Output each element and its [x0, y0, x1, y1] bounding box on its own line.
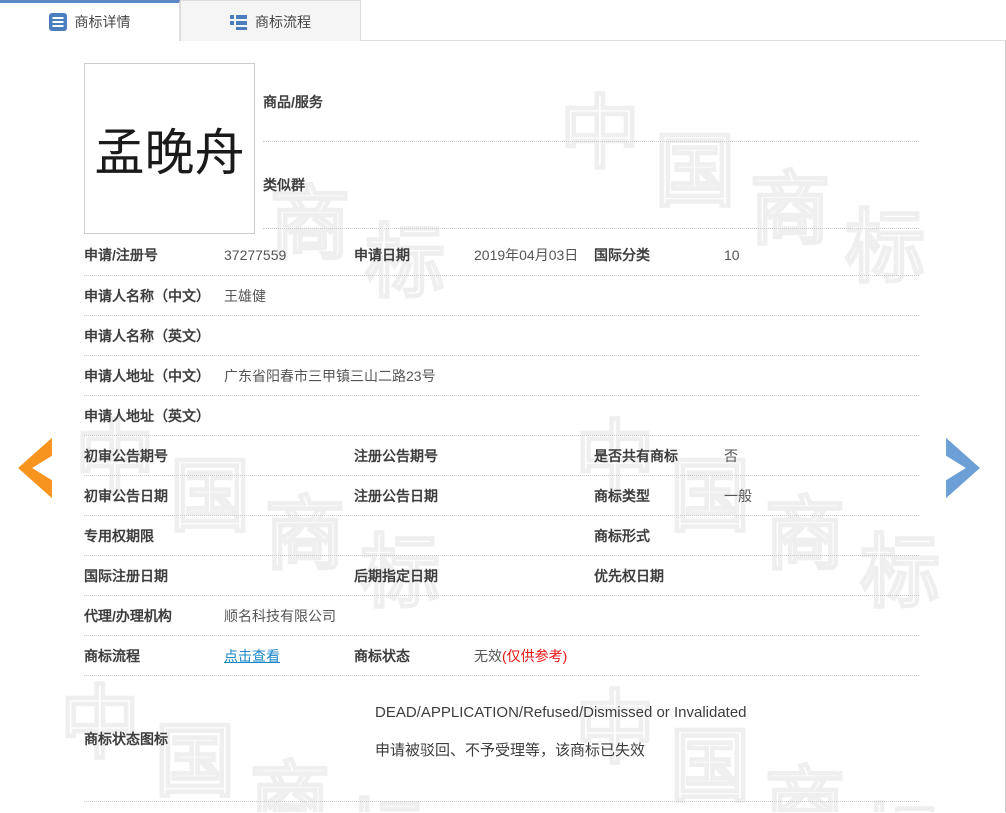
table-row: 国际注册日期 后期指定日期 优先权日期	[84, 556, 919, 596]
table-row: 申请人名称（中文） 王雄健	[84, 276, 919, 316]
similar-group-label: 类似群	[263, 175, 305, 195]
trademark-summary: 孟晚舟 商品/服务 类似群	[0, 41, 1005, 234]
field-label: 代理/办理机构	[84, 606, 224, 626]
status-reference-note: (仅供参考)	[502, 648, 567, 664]
field-label: 后期指定日期	[354, 566, 474, 586]
field-value: 37277559	[224, 247, 354, 263]
top-fields: 商品/服务 类似群	[263, 63, 919, 234]
status-line-english: DEAD/APPLICATION/Refused/Dismissed or In…	[375, 704, 747, 721]
field-label: 商标状态	[354, 646, 474, 666]
field-label: 优先权日期	[594, 566, 724, 586]
status-invalid-text: 无效	[474, 648, 502, 664]
field-label: 商标流程	[84, 646, 224, 666]
status-line-chinese: 申请被驳回、不予受理等，该商标已失效	[375, 739, 747, 760]
document-list-icon	[49, 13, 67, 31]
field-label: 专用权期限	[84, 526, 224, 546]
field-label: 是否共有商标	[594, 446, 724, 466]
similar-group-row: 类似群	[263, 142, 919, 229]
field-label: 国际注册日期	[84, 566, 224, 586]
field-label: 初审公告日期	[84, 486, 224, 506]
field-label: 初审公告期号	[84, 446, 224, 466]
bullet-list-icon	[230, 14, 247, 30]
field-label: 国际分类	[594, 245, 724, 265]
status-icon-row: 商标状态图标 DEAD/APPLICATION/Refused/Dismisse…	[84, 676, 919, 802]
previous-arrow-button[interactable]	[14, 436, 56, 503]
table-row: 申请人地址（英文）	[84, 396, 919, 436]
field-value: 10	[724, 247, 919, 263]
field-label: 申请人地址（英文）	[84, 406, 224, 426]
view-process-link[interactable]: 点击查看	[224, 648, 280, 664]
trademark-image: 孟晚舟	[84, 63, 255, 234]
table-row: 申请人名称（英文）	[84, 316, 919, 356]
field-label: 注册公告日期	[354, 486, 474, 506]
field-value: 王雄健	[224, 286, 919, 306]
field-value: 顺名科技有限公司	[224, 606, 919, 626]
goods-services-row: 商品/服务	[263, 63, 919, 142]
tab-trademark-detail[interactable]: 商标详情	[0, 0, 180, 42]
table-row: 初审公告日期 注册公告日期 商标类型 一般	[84, 476, 919, 516]
field-value: 否	[724, 446, 919, 466]
table-row: 专用权期限 商标形式	[84, 516, 919, 556]
status-icon-label: 商标状态图标	[84, 729, 168, 749]
trademark-image-text: 孟晚舟	[95, 113, 245, 185]
field-label: 申请人名称（中文）	[84, 286, 224, 306]
field-value: 2019年04月03日	[474, 245, 594, 265]
table-row: 初审公告期号 注册公告期号 是否共有商标 否	[84, 436, 919, 476]
field-label: 申请人地址（中文）	[84, 366, 224, 386]
detail-rows: 申请/注册号 37277559 申请日期 2019年04月03日 国际分类 10…	[84, 234, 919, 802]
chevron-right-icon	[942, 488, 984, 503]
tab-trademark-process[interactable]: 商标流程	[180, 0, 361, 42]
field-label: 申请/注册号	[84, 245, 224, 265]
table-row: 申请/注册号 37277559 申请日期 2019年04月03日 国际分类 10	[84, 234, 919, 276]
trademark-detail-panel: 中国商标 中国商标 中国商标 中国商标 中国商标 中国商标 孟晚舟 商品/服务 …	[0, 41, 1006, 812]
tab-bar: 商标详情 商标流程	[0, 0, 1006, 41]
trademark-status-value: 无效(仅供参考)	[474, 646, 919, 666]
field-label: 商标形式	[594, 526, 724, 546]
field-label: 商标类型	[594, 486, 724, 506]
next-arrow-button[interactable]	[942, 436, 984, 503]
goods-services-label: 商品/服务	[263, 92, 323, 112]
field-label: 注册公告期号	[354, 446, 474, 466]
chevron-left-icon	[14, 488, 56, 503]
field-value: 一般	[724, 486, 919, 506]
field-value: 广东省阳春市三甲镇三山二路23号	[224, 366, 919, 386]
field-label: 申请日期	[354, 245, 474, 265]
tab-trademark-process-label: 商标流程	[255, 12, 311, 32]
tab-trademark-detail-label: 商标详情	[75, 12, 131, 32]
field-label: 申请人名称（英文）	[84, 326, 224, 346]
table-row: 申请人地址（中文） 广东省阳春市三甲镇三山二路23号	[84, 356, 919, 396]
table-row: 商标流程 点击查看 商标状态 无效(仅供参考)	[84, 636, 919, 676]
table-row: 代理/办理机构 顺名科技有限公司	[84, 596, 919, 636]
